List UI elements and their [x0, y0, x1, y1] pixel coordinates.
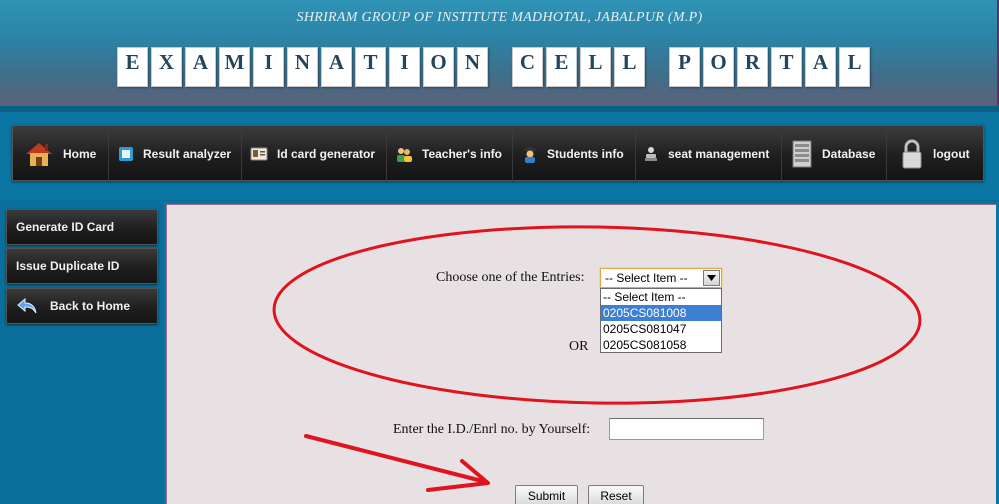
back-to-home-button[interactable]: Back to Home: [6, 288, 158, 324]
left-sidebar: Generate ID Card Issue Duplicate ID Back…: [0, 204, 162, 504]
nav-home[interactable]: Home: [24, 126, 96, 182]
nav-database-label: Database: [822, 147, 876, 161]
seat-icon: [645, 147, 657, 161]
choose-entry-label: Choose one of the Entries:: [436, 270, 585, 285]
title-letter: A: [185, 47, 216, 87]
title-letter: M: [219, 47, 250, 87]
title-letter: T: [771, 47, 802, 87]
entry-select[interactable]: -- Select Item --: [599, 267, 723, 289]
or-label: OR: [569, 339, 589, 354]
padlock-icon: [902, 139, 922, 169]
select-dropdown-button[interactable]: [703, 270, 720, 286]
title-letter: C: [512, 47, 543, 87]
nav-separator: [386, 126, 387, 182]
issue-duplicate-id-label: Issue Duplicate ID: [16, 259, 120, 273]
entry-select-value: -- Select Item --: [605, 271, 688, 285]
nav-home-label: Home: [63, 147, 97, 161]
main-navbar: Home Result analyzer Id card generator T…: [12, 125, 984, 182]
nav-id-card-generator[interactable]: Id card generator: [250, 126, 375, 182]
nav-result-analyzer-label: Result analyzer: [143, 147, 232, 161]
title-letter: N: [457, 47, 488, 87]
nav-students-info[interactable]: Students info: [522, 126, 624, 182]
title-letter: L: [839, 47, 870, 87]
nav-separator: [635, 126, 636, 182]
title-letter: A: [321, 47, 352, 87]
nav-seat-management-label: seat management: [668, 147, 770, 161]
back-arrow-icon: [17, 297, 37, 314]
dropdown-option-highlighted[interactable]: 0205CS081008: [601, 305, 721, 321]
nav-students-info-label: Students info: [547, 147, 624, 161]
nav-teachers-info-label: Teacher's info: [422, 147, 502, 161]
database-server-icon: [792, 140, 812, 168]
id-card-icon: [250, 147, 268, 161]
title-letter: O: [423, 47, 454, 87]
generate-id-card-button[interactable]: Generate ID Card: [6, 209, 158, 245]
title-letter: T: [355, 47, 386, 87]
student-icon: [523, 146, 537, 163]
title-letter: P: [669, 47, 700, 87]
reset-button[interactable]: Reset: [588, 485, 644, 504]
nav-database[interactable]: Database: [791, 126, 875, 182]
institute-name: SHRIRAM GROUP OF INSTITUTE MADHOTAL, JAB…: [296, 10, 703, 25]
page-header: SHRIRAM GROUP OF INSTITUTE MADHOTAL, JAB…: [0, 0, 999, 106]
title-letter: O: [703, 47, 734, 87]
nav-result-analyzer[interactable]: Result analyzer: [118, 126, 231, 182]
title-letter: L: [580, 47, 611, 87]
nav-id-card-generator-label: Id card generator: [277, 147, 376, 161]
dropdown-option[interactable]: 0205CS081047: [601, 321, 721, 337]
enter-id-label: Enter the I.D./Enrl no. by Yourself:: [393, 422, 591, 437]
title-letter: X: [151, 47, 182, 87]
nav-teachers-info[interactable]: Teacher's info: [395, 126, 502, 182]
entry-dropdown-list: -- Select Item -- 0205CS081008 0205CS081…: [600, 288, 722, 353]
title-letter: I: [389, 47, 420, 87]
nav-seat-management[interactable]: seat management: [643, 126, 769, 182]
title-letter: A: [805, 47, 836, 87]
calculator-icon: [119, 147, 133, 161]
title-letter: N: [287, 47, 318, 87]
nav-separator: [781, 126, 782, 182]
portal-title: E X A M I N A T I O N C E L L P O R T A …: [117, 47, 870, 87]
generate-id-card-label: Generate ID Card: [16, 220, 115, 234]
house-icon: [26, 143, 52, 166]
teachers-group-icon: [397, 148, 412, 162]
submit-button[interactable]: Submit: [515, 485, 578, 504]
title-letter: L: [614, 47, 645, 87]
chevron-down-icon: [707, 275, 716, 281]
issue-duplicate-id-button[interactable]: Issue Duplicate ID: [6, 248, 158, 284]
dropdown-option[interactable]: 0205CS081058: [601, 337, 721, 353]
nav-separator: [512, 126, 513, 182]
nav-logout[interactable]: logout: [900, 126, 970, 182]
title-letter: R: [737, 47, 768, 87]
nav-separator: [241, 126, 242, 182]
back-to-home-label: Back to Home: [50, 299, 131, 313]
title-letter: E: [117, 47, 148, 87]
title-letter: I: [253, 47, 284, 87]
nav-separator: [886, 126, 887, 182]
title-letter: E: [546, 47, 577, 87]
id-enrollment-input[interactable]: [609, 418, 764, 440]
nav-separator: [108, 126, 109, 182]
dropdown-option[interactable]: -- Select Item --: [601, 289, 721, 305]
nav-logout-label: logout: [933, 147, 970, 161]
